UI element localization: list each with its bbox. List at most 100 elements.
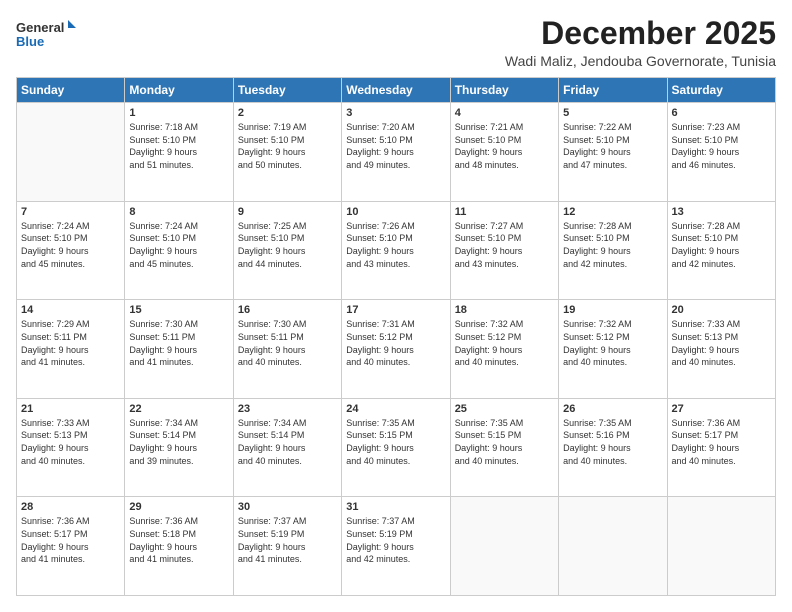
calendar-cell: 18 Sunrise: 7:32 AM Sunset: 5:12 PM Dayli…: [450, 300, 558, 399]
calendar-cell: 5 Sunrise: 7:22 AM Sunset: 5:10 PM Daylig…: [559, 103, 667, 202]
day-info: Sunrise: 7:36 AM Sunset: 5:17 PM Dayligh…: [672, 417, 771, 467]
calendar-cell: [17, 103, 125, 202]
calendar-cell: 26 Sunrise: 7:35 AM Sunset: 5:16 PM Dayli…: [559, 398, 667, 497]
day-info: Sunrise: 7:32 AM Sunset: 5:12 PM Dayligh…: [455, 318, 554, 368]
page-header: General Blue December 2025 Wadi Maliz, J…: [16, 16, 776, 69]
day-number: 11: [455, 206, 554, 218]
day-number: 30: [238, 501, 337, 513]
day-info: Sunrise: 7:27 AM Sunset: 5:10 PM Dayligh…: [455, 220, 554, 270]
day-info: Sunrise: 7:21 AM Sunset: 5:10 PM Dayligh…: [455, 121, 554, 171]
calendar-cell: 6 Sunrise: 7:23 AM Sunset: 5:10 PM Daylig…: [667, 103, 775, 202]
day-number: 29: [129, 501, 228, 513]
day-info: Sunrise: 7:33 AM Sunset: 5:13 PM Dayligh…: [21, 417, 120, 467]
calendar-week-row: 1Sunrise: 7:18 AM Sunset: 5:10 PM Daylig…: [17, 103, 776, 202]
day-number: 10: [346, 206, 445, 218]
calendar-cell: 27 Sunrise: 7:36 AM Sunset: 5:17 PM Dayli…: [667, 398, 775, 497]
calendar-cell: 9 Sunrise: 7:25 AM Sunset: 5:10 PM Daylig…: [233, 201, 341, 300]
day-number: 18: [455, 304, 554, 316]
weekday-header: Wednesday: [342, 78, 450, 103]
weekday-header: Monday: [125, 78, 233, 103]
calendar-cell: 30 Sunrise: 7:37 AM Sunset: 5:19 PM Dayli…: [233, 497, 341, 596]
day-number: 27: [672, 403, 771, 415]
day-info: Sunrise: 7:35 AM Sunset: 5:15 PM Dayligh…: [455, 417, 554, 467]
day-info: Sunrise: 7:37 AM Sunset: 5:19 PM Dayligh…: [238, 515, 337, 565]
day-number: 16: [238, 304, 337, 316]
day-info: Sunrise: 7:34 AM Sunset: 5:14 PM Dayligh…: [238, 417, 337, 467]
day-info: Sunrise: 7:24 AM Sunset: 5:10 PM Dayligh…: [21, 220, 120, 270]
calendar-cell: 31Sunrise: 7:37 AM Sunset: 5:19 PM Dayli…: [342, 497, 450, 596]
day-number: 4: [455, 107, 554, 119]
day-info: Sunrise: 7:22 AM Sunset: 5:10 PM Dayligh…: [563, 121, 662, 171]
day-number: 14: [21, 304, 120, 316]
calendar-week-row: 21 Sunrise: 7:33 AM Sunset: 5:13 PM Dayli…: [17, 398, 776, 497]
day-number: 26: [563, 403, 662, 415]
calendar-cell: 25 Sunrise: 7:35 AM Sunset: 5:15 PM Dayli…: [450, 398, 558, 497]
calendar-cell: [667, 497, 775, 596]
calendar-cell: 10 Sunrise: 7:26 AM Sunset: 5:10 PM Dayli…: [342, 201, 450, 300]
day-number: 19: [563, 304, 662, 316]
day-number: 15: [129, 304, 228, 316]
day-number: 23: [238, 403, 337, 415]
calendar-cell: [450, 497, 558, 596]
day-info: Sunrise: 7:35 AM Sunset: 5:16 PM Dayligh…: [563, 417, 662, 467]
weekday-header: Thursday: [450, 78, 558, 103]
weekday-header: Tuesday: [233, 78, 341, 103]
day-info: Sunrise: 7:33 AM Sunset: 5:13 PM Dayligh…: [672, 318, 771, 368]
day-info: Sunrise: 7:29 AM Sunset: 5:11 PM Dayligh…: [21, 318, 120, 368]
day-info: Sunrise: 7:23 AM Sunset: 5:10 PM Dayligh…: [672, 121, 771, 171]
weekday-header: Saturday: [667, 78, 775, 103]
day-info: Sunrise: 7:30 AM Sunset: 5:11 PM Dayligh…: [238, 318, 337, 368]
day-number: 13: [672, 206, 771, 218]
day-number: 25: [455, 403, 554, 415]
calendar-cell: 24Sunrise: 7:35 AM Sunset: 5:15 PM Dayli…: [342, 398, 450, 497]
calendar-cell: 8 Sunrise: 7:24 AM Sunset: 5:10 PM Daylig…: [125, 201, 233, 300]
svg-text:General: General: [16, 20, 64, 35]
day-number: 6: [672, 107, 771, 119]
calendar-cell: 19 Sunrise: 7:32 AM Sunset: 5:12 PM Dayli…: [559, 300, 667, 399]
calendar-cell: 17Sunrise: 7:31 AM Sunset: 5:12 PM Dayli…: [342, 300, 450, 399]
calendar-week-row: 14 Sunrise: 7:29 AM Sunset: 5:11 PM Dayli…: [17, 300, 776, 399]
calendar-cell: 20 Sunrise: 7:33 AM Sunset: 5:13 PM Dayli…: [667, 300, 775, 399]
weekday-header: Sunday: [17, 78, 125, 103]
day-number: 20: [672, 304, 771, 316]
day-number: 21: [21, 403, 120, 415]
day-info: Sunrise: 7:36 AM Sunset: 5:18 PM Dayligh…: [129, 515, 228, 565]
day-number: 24: [346, 403, 445, 415]
day-number: 12: [563, 206, 662, 218]
calendar-cell: 22Sunrise: 7:34 AM Sunset: 5:14 PM Dayli…: [125, 398, 233, 497]
day-info: Sunrise: 7:32 AM Sunset: 5:12 PM Dayligh…: [563, 318, 662, 368]
calendar-cell: 2Sunrise: 7:19 AM Sunset: 5:10 PM Daylig…: [233, 103, 341, 202]
calendar-table: SundayMondayTuesdayWednesdayThursdayFrid…: [16, 77, 776, 596]
calendar-cell: 21 Sunrise: 7:33 AM Sunset: 5:13 PM Dayli…: [17, 398, 125, 497]
calendar-cell: 13 Sunrise: 7:28 AM Sunset: 5:10 PM Dayli…: [667, 201, 775, 300]
day-info: Sunrise: 7:25 AM Sunset: 5:10 PM Dayligh…: [238, 220, 337, 270]
weekday-header: Friday: [559, 78, 667, 103]
calendar-week-row: 7Sunrise: 7:24 AM Sunset: 5:10 PM Daylig…: [17, 201, 776, 300]
logo-graphic: General Blue: [16, 16, 76, 56]
day-info: Sunrise: 7:24 AM Sunset: 5:10 PM Dayligh…: [129, 220, 228, 270]
day-info: Sunrise: 7:20 AM Sunset: 5:10 PM Dayligh…: [346, 121, 445, 171]
day-info: Sunrise: 7:37 AM Sunset: 5:19 PM Dayligh…: [346, 515, 445, 565]
calendar-cell: 28Sunrise: 7:36 AM Sunset: 5:17 PM Dayli…: [17, 497, 125, 596]
calendar-cell: 4 Sunrise: 7:21 AM Sunset: 5:10 PM Daylig…: [450, 103, 558, 202]
logo: General Blue: [16, 16, 76, 56]
day-number: 8: [129, 206, 228, 218]
calendar-cell: 23 Sunrise: 7:34 AM Sunset: 5:14 PM Dayli…: [233, 398, 341, 497]
day-number: 9: [238, 206, 337, 218]
day-info: Sunrise: 7:26 AM Sunset: 5:10 PM Dayligh…: [346, 220, 445, 270]
calendar-week-row: 28Sunrise: 7:36 AM Sunset: 5:17 PM Dayli…: [17, 497, 776, 596]
day-info: Sunrise: 7:19 AM Sunset: 5:10 PM Dayligh…: [238, 121, 337, 171]
day-info: Sunrise: 7:18 AM Sunset: 5:10 PM Dayligh…: [129, 121, 228, 171]
day-info: Sunrise: 7:28 AM Sunset: 5:10 PM Dayligh…: [672, 220, 771, 270]
calendar-header-row: SundayMondayTuesdayWednesdayThursdayFrid…: [17, 78, 776, 103]
calendar-cell: 1Sunrise: 7:18 AM Sunset: 5:10 PM Daylig…: [125, 103, 233, 202]
calendar-cell: 15 Sunrise: 7:30 AM Sunset: 5:11 PM Dayli…: [125, 300, 233, 399]
day-number: 5: [563, 107, 662, 119]
subtitle: Wadi Maliz, Jendouba Governorate, Tunisi…: [505, 53, 776, 69]
calendar-cell: [559, 497, 667, 596]
svg-text:Blue: Blue: [16, 34, 44, 49]
day-info: Sunrise: 7:28 AM Sunset: 5:10 PM Dayligh…: [563, 220, 662, 270]
day-info: Sunrise: 7:30 AM Sunset: 5:11 PM Dayligh…: [129, 318, 228, 368]
day-info: Sunrise: 7:36 AM Sunset: 5:17 PM Dayligh…: [21, 515, 120, 565]
calendar-cell: 11 Sunrise: 7:27 AM Sunset: 5:10 PM Dayli…: [450, 201, 558, 300]
